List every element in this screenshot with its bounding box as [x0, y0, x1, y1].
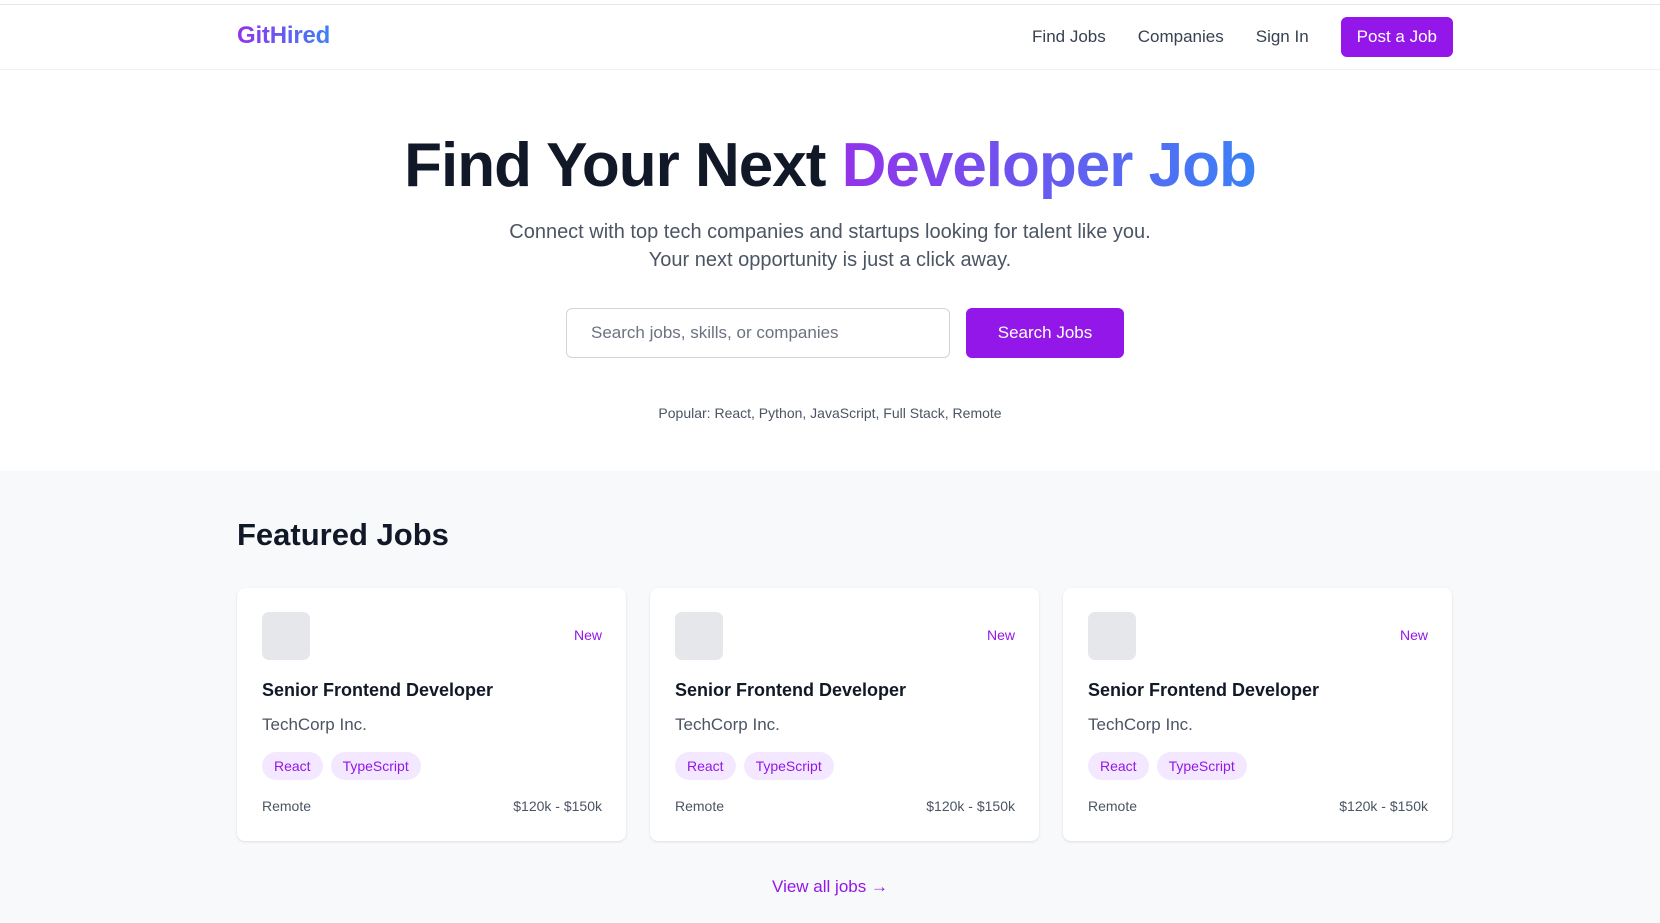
- view-all-jobs-link[interactable]: View all jobs →: [0, 877, 1660, 897]
- job-title[interactable]: Senior Frontend Developer: [1088, 680, 1319, 701]
- hero-subtitle: Connect with top tech companies and star…: [509, 221, 1151, 271]
- job-salary: $120k - $150k: [513, 798, 602, 814]
- hero-title: Find Your Next Developer Job: [0, 130, 1660, 201]
- skill-tag[interactable]: TypeScript: [1156, 752, 1247, 780]
- job-card[interactable]: New Senior Frontend Developer TechCorp I…: [237, 588, 626, 841]
- company-logo-placeholder: [262, 612, 310, 660]
- company-logo-placeholder: [675, 612, 723, 660]
- company-logo-placeholder: [1088, 612, 1136, 660]
- featured-heading: Featured Jobs: [237, 517, 449, 552]
- job-salary: $120k - $150k: [926, 798, 1015, 814]
- job-card[interactable]: New Senior Frontend Developer TechCorp I…: [650, 588, 1039, 841]
- job-location: Remote: [675, 798, 725, 814]
- hero-title-accent: Developer Job: [841, 131, 1257, 200]
- company-name: TechCorp Inc.: [262, 715, 367, 734]
- job-location: Remote: [262, 798, 312, 814]
- new-badge: New: [1399, 627, 1428, 643]
- new-badge: New: [986, 627, 1015, 643]
- skill-tag[interactable]: TypeScript: [743, 752, 834, 780]
- new-badge: New: [573, 627, 602, 643]
- skill-tags: React TypeScript: [1088, 752, 1255, 780]
- skill-tags: React TypeScript: [262, 752, 429, 780]
- nav-find-jobs[interactable]: Find Jobs: [1032, 17, 1106, 57]
- hero-title-main: Find Your Next: [404, 131, 842, 200]
- featured-jobs-section: Featured Jobs New Senior Frontend Develo…: [0, 471, 1660, 923]
- skill-tag[interactable]: React: [675, 752, 736, 780]
- post-job-button[interactable]: Post a Job: [1340, 17, 1453, 57]
- skill-tag[interactable]: React: [262, 752, 323, 780]
- job-salary: $120k - $150k: [1339, 798, 1428, 814]
- job-cards: New Senior Frontend Developer TechCorp I…: [237, 588, 1452, 841]
- brand-logo[interactable]: GitHired: [237, 22, 330, 50]
- site-header: GitHired Find Jobs Companies Sign In Pos…: [0, 5, 1660, 70]
- skill-tag[interactable]: TypeScript: [330, 752, 421, 780]
- main-nav: Find Jobs Companies Sign In Post a Job: [1000, 17, 1453, 57]
- skill-tags: React TypeScript: [675, 752, 842, 780]
- popular-searches: Popular: React, Python, JavaScript, Full…: [658, 405, 1002, 421]
- hero-section: Find Your Next Developer Job Connect wit…: [0, 70, 1660, 471]
- company-name: TechCorp Inc.: [675, 715, 780, 734]
- job-title[interactable]: Senior Frontend Developer: [675, 680, 906, 701]
- search-bar: Search Jobs: [566, 308, 1124, 358]
- nav-companies[interactable]: Companies: [1138, 17, 1224, 57]
- skill-tag[interactable]: React: [1088, 752, 1149, 780]
- search-jobs-button[interactable]: Search Jobs: [966, 308, 1124, 358]
- job-location: Remote: [1088, 798, 1138, 814]
- company-name: TechCorp Inc.: [1088, 715, 1193, 734]
- job-card[interactable]: New Senior Frontend Developer TechCorp I…: [1063, 588, 1452, 841]
- nav-sign-in[interactable]: Sign In: [1256, 17, 1309, 57]
- search-input[interactable]: [566, 308, 950, 358]
- job-title[interactable]: Senior Frontend Developer: [262, 680, 493, 701]
